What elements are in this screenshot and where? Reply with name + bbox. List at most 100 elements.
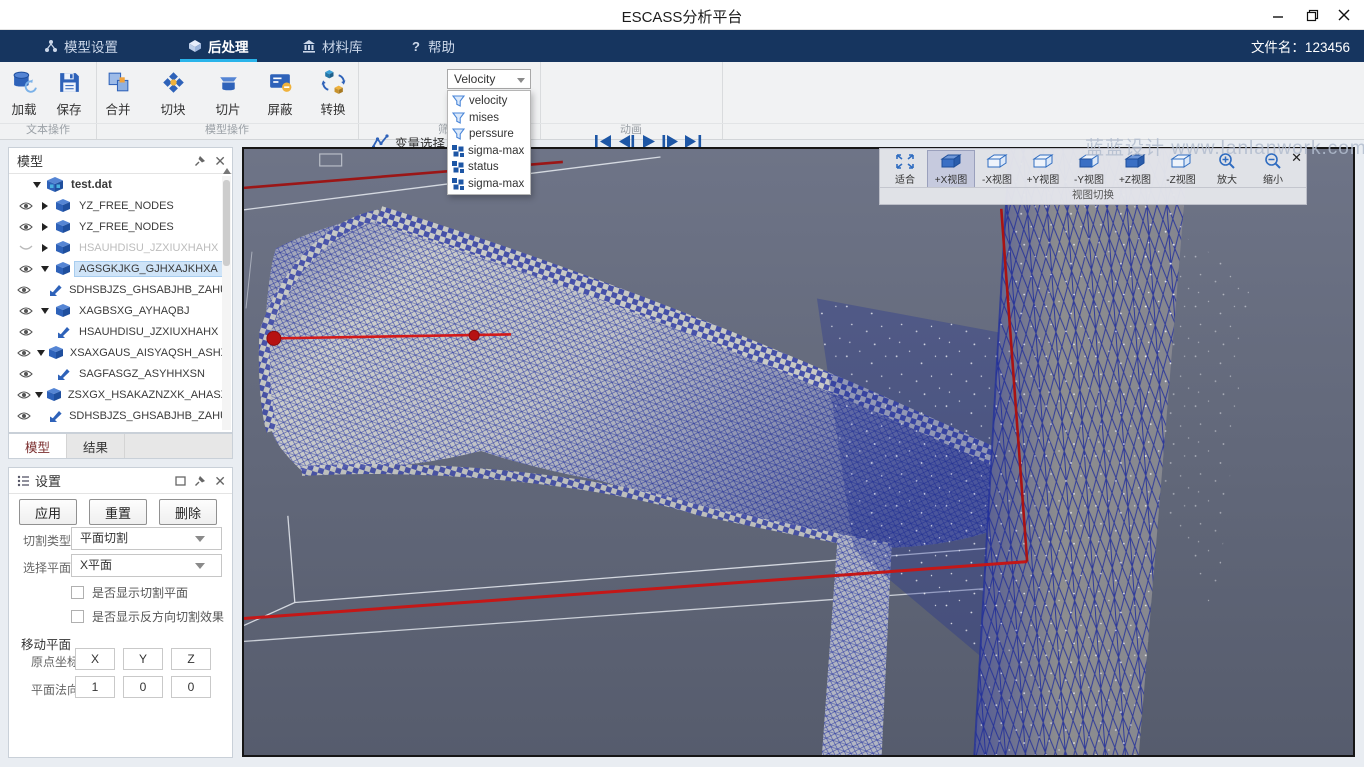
origin-y-input[interactable]: Y: [123, 648, 163, 670]
close-panel-icon[interactable]: ✕: [214, 154, 226, 168]
delete-button[interactable]: 删除: [159, 499, 217, 525]
normal-z-input[interactable]: 0: [171, 676, 211, 698]
cube-icon: [53, 219, 73, 234]
expander-icon[interactable]: [39, 266, 51, 272]
merge-button[interactable]: 合并: [96, 69, 140, 123]
tree-item[interactable]: YZ_FREE_NODES: [9, 195, 232, 216]
view-button-适合[interactable]: 适合: [882, 151, 928, 187]
tree-item[interactable]: SDHSBJZS_GHSABJHB_ZAHU: [9, 279, 232, 300]
convert-button[interactable]: 转换: [311, 69, 355, 123]
cube-icon: [53, 198, 73, 213]
tree-item[interactable]: ZSXGX_HSAKAZNZXK_AHASX: [9, 384, 232, 405]
view-button--Y[interactable]: -Y视图: [1066, 151, 1112, 187]
dropdown-option[interactable]: status: [448, 159, 530, 176]
dropdown-option[interactable]: sigma-max: [448, 143, 530, 160]
tab-postprocess[interactable]: 后处理: [188, 30, 249, 62]
visibility-off-icon[interactable]: [17, 243, 35, 253]
visibility-eye-icon[interactable]: [17, 222, 35, 232]
tree-item[interactable]: SDHSBJZS_GHSABJHB_ZAHU: [9, 405, 232, 426]
pin-icon[interactable]: [194, 155, 206, 167]
tree-item[interactable]: XSAXGAUS_AISYAQSH_ASHX: [9, 342, 232, 363]
scrollbar-thumb[interactable]: [223, 180, 230, 266]
tree-item[interactable]: SAGFASGZ_ASYHHXSN: [9, 363, 232, 384]
view-button-缩小[interactable]: 缩小: [1250, 151, 1296, 187]
viewbar-close-icon[interactable]: ✕: [1291, 150, 1302, 166]
view-button-+Z[interactable]: +Z视图: [1112, 151, 1158, 187]
cut-type-select[interactable]: 平面切割: [71, 527, 222, 550]
visibility-eye-icon[interactable]: [17, 348, 32, 358]
view-button-+Y[interactable]: +Y视图: [1020, 151, 1066, 187]
tab-result[interactable]: 结果: [67, 434, 125, 458]
slice-button[interactable]: 切片: [206, 69, 250, 123]
visibility-eye-icon[interactable]: [17, 327, 35, 337]
expander-icon[interactable]: [39, 202, 51, 210]
visibility-eye-icon[interactable]: [17, 390, 31, 400]
dropdown-option[interactable]: velocity: [448, 93, 530, 110]
cube-outline-icon: [1169, 153, 1193, 170]
tree-item[interactable]: AGSGKJKG_GJHXAJKHXA: [9, 258, 232, 279]
arrow-icon: [53, 367, 73, 381]
load-button[interactable]: 加载: [2, 69, 46, 123]
minimize-icon[interactable]: [1264, 4, 1292, 26]
tab-material-library[interactable]: 材料库: [302, 30, 363, 62]
view-button-放大[interactable]: 放大: [1204, 151, 1250, 187]
restore-icon[interactable]: [1298, 4, 1326, 26]
view-button-label: 缩小: [1263, 171, 1283, 186]
checkbox-icon: [71, 610, 84, 623]
tree-item[interactable]: XAGBSXG_AYHAQBJ: [9, 300, 232, 321]
reset-button[interactable]: 重置: [89, 499, 147, 525]
save-button[interactable]: 保存: [47, 69, 91, 123]
close-icon[interactable]: [1330, 4, 1358, 26]
tree-item-label: HSAUHDISU_JZXIUXHAHX: [75, 325, 222, 339]
apply-button[interactable]: 应用: [19, 499, 77, 525]
help-icon: ?: [410, 39, 422, 53]
cube-outline-icon: [985, 153, 1009, 170]
expander-icon[interactable]: [39, 223, 51, 231]
tab-model[interactable]: 模型: [9, 434, 67, 458]
visibility-eye-icon[interactable]: [17, 201, 35, 211]
origin-z-input[interactable]: Z: [171, 648, 211, 670]
origin-x-input[interactable]: X: [75, 648, 115, 670]
expander-icon[interactable]: [39, 308, 51, 314]
tree-item[interactable]: YZ_FREE_NODES: [9, 216, 232, 237]
cut-block-button[interactable]: 切块: [151, 69, 195, 123]
close-panel-icon[interactable]: ✕: [214, 474, 226, 488]
view-button--Z[interactable]: -Z视图: [1158, 151, 1204, 187]
plane-select[interactable]: X平面: [71, 554, 222, 577]
tree-item[interactable]: test.dat: [9, 174, 232, 195]
visibility-eye-icon[interactable]: [17, 285, 31, 295]
tab-model-setup[interactable]: 模型设置: [44, 30, 118, 62]
tree-item[interactable]: HSAUHDISU_JZXIUXHAHX: [9, 237, 232, 258]
scroll-up-icon[interactable]: [223, 168, 231, 174]
visibility-eye-icon[interactable]: [17, 369, 35, 379]
visibility-eye-icon[interactable]: [17, 264, 35, 274]
slice-icon: [215, 69, 242, 96]
show-cut-plane-checkbox[interactable]: 是否显示切割平面: [71, 584, 188, 601]
mask-button[interactable]: 屏蔽: [258, 69, 302, 123]
expander-icon[interactable]: [35, 392, 44, 398]
visibility-eye-icon[interactable]: [17, 411, 31, 421]
maximize-panel-icon[interactable]: [175, 476, 186, 486]
view-button-+X[interactable]: +X视图: [928, 151, 974, 187]
dropdown-option[interactable]: perssure: [448, 126, 530, 143]
normal-y-input[interactable]: 0: [123, 676, 163, 698]
normal-x-input[interactable]: 1: [75, 676, 115, 698]
expander-icon[interactable]: [31, 182, 43, 188]
tree-item-label: YZ_FREE_NODES: [75, 199, 178, 213]
variable-combo[interactable]: Velocity: [447, 69, 531, 89]
view-button--X[interactable]: -X视图: [974, 151, 1020, 187]
tab-help[interactable]: ? 帮助: [410, 30, 455, 62]
visibility-eye-icon[interactable]: [17, 306, 35, 316]
tree-scrollbar[interactable]: [222, 176, 231, 430]
move-plane-section-label: 移动平面: [21, 634, 71, 653]
expander-icon[interactable]: [39, 244, 51, 252]
dropdown-option[interactable]: mises: [448, 110, 530, 127]
nodes-icon: [44, 39, 58, 53]
dropdown-option[interactable]: sigma-max: [448, 176, 530, 193]
pin-icon[interactable]: [194, 475, 206, 487]
tree-item[interactable]: HSAUHDISU_JZXIUXHAHX: [9, 321, 232, 342]
expander-icon[interactable]: [36, 350, 46, 356]
reverse-cut-checkbox[interactable]: 是否显示反方向切割效果: [71, 608, 224, 625]
zoom-in-icon: [1217, 152, 1237, 170]
viewport-3d[interactable]: [242, 147, 1355, 757]
